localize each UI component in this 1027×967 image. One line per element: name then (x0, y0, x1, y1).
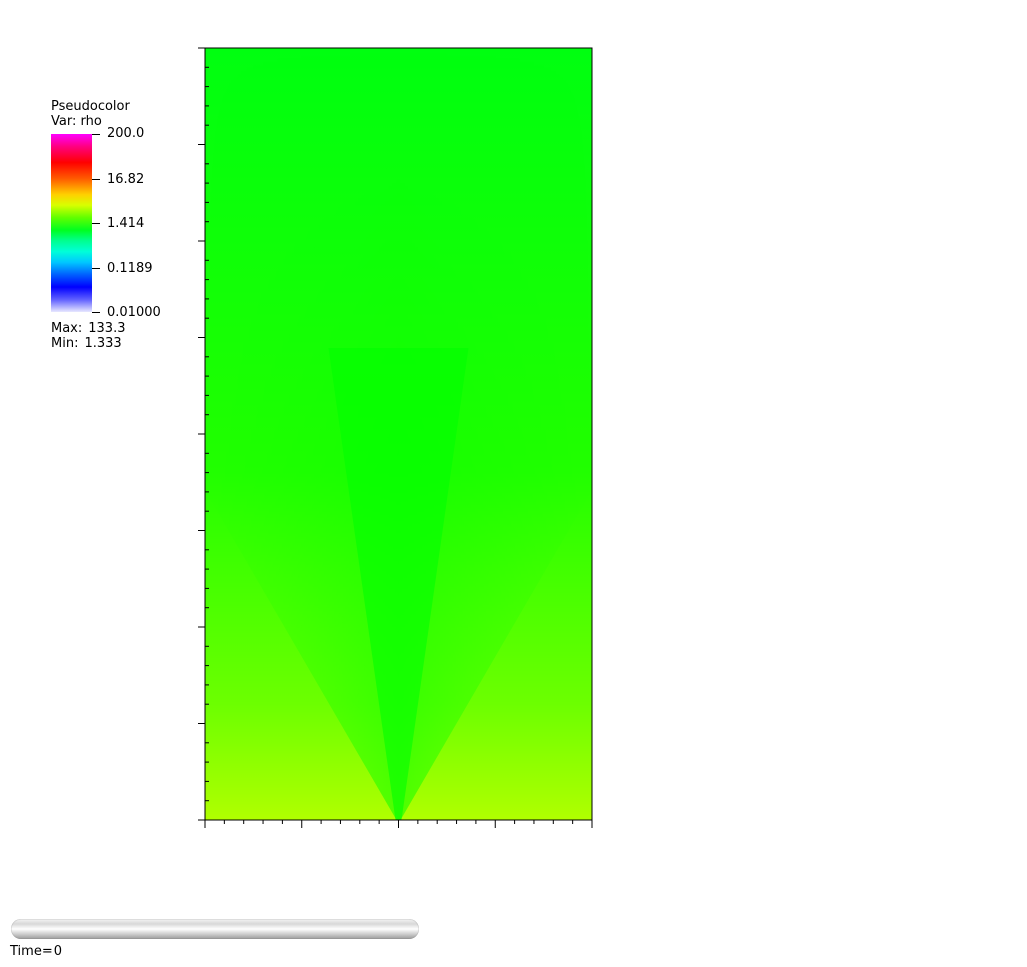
time-readout: Time=0 (10, 944, 62, 959)
plot-area (0, 0, 620, 844)
time-slider[interactable] (11, 919, 419, 939)
time-label: Time= (10, 944, 53, 959)
plot-svg (198, 47, 593, 828)
time-value: 0 (53, 944, 62, 959)
